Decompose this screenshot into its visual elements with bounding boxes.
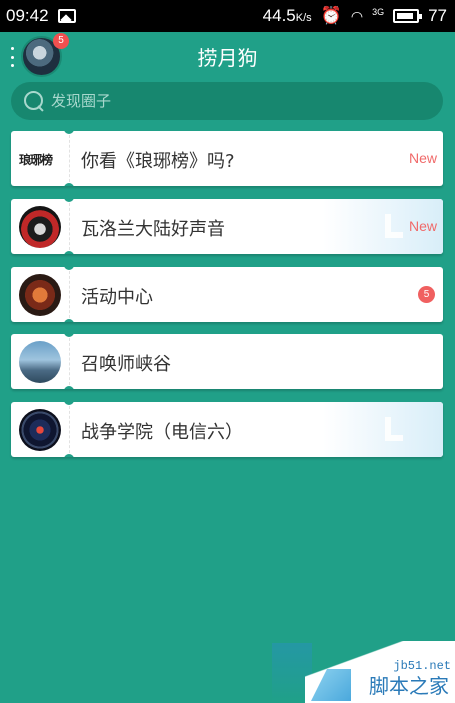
signal-icon: 3G <box>372 7 385 17</box>
unread-badge: 5 <box>418 286 435 303</box>
list-item-academy[interactable]: 战争学院（电信六） <box>11 402 443 457</box>
network-speed: 44.5K/s <box>262 6 312 25</box>
circle-thumbnail <box>19 274 61 316</box>
pin-icon <box>385 417 403 441</box>
image-icon <box>57 9 76 23</box>
alarm-icon: ⏰ <box>320 6 342 25</box>
status-bar: 09:42 44.5K/s ⏰ ◠ 3G 77 <box>0 0 455 32</box>
status-bar-left: 09:42 <box>6 6 76 26</box>
list-item-label: 活动中心 <box>81 287 153 308</box>
divider <box>69 406 70 453</box>
divider <box>69 135 70 182</box>
list-item-voice[interactable]: 瓦洛兰大陆好声音 New <box>11 199 443 254</box>
list-item-events[interactable]: 活动中心 5 <box>11 267 443 322</box>
circle-thumbnail: 琅琊榜 <box>17 138 63 180</box>
divider <box>69 203 70 250</box>
battery-icon <box>393 9 423 23</box>
status-time: 09:42 <box>6 6 49 25</box>
page-title: 捞月狗 <box>197 46 258 70</box>
list-item-rift[interactable]: 召唤师峡谷 <box>11 334 443 389</box>
search-bar[interactable] <box>11 82 443 120</box>
list-item-langya[interactable]: 琅琊榜 你看《琅琊榜》吗? New <box>11 131 443 186</box>
new-tag: New <box>408 150 437 166</box>
highlight-glow <box>323 402 443 457</box>
circle-thumbnail <box>19 206 61 248</box>
list-item-label: 瓦洛兰大陆好声音 <box>81 219 225 240</box>
list-item-label: 召唤师峡谷 <box>81 354 171 375</box>
app-header: 5 捞月狗 <box>0 32 455 80</box>
pin-icon <box>385 214 403 238</box>
new-tag: New <box>408 218 437 234</box>
battery-level: 77 <box>428 6 447 25</box>
status-bar-right: 44.5K/s ⏰ ◠ 3G 77 <box>263 6 447 26</box>
circle-thumbnail <box>19 409 61 451</box>
watermark-logo <box>311 669 351 701</box>
divider <box>69 271 70 318</box>
watermark: jb51.net 脚本之家 <box>305 641 455 703</box>
watermark-text: 脚本之家 <box>369 674 449 698</box>
list-item-label: 你看《琅琊榜》吗? <box>81 151 235 172</box>
search-icon <box>23 90 45 112</box>
wifi-icon: ◠ <box>350 7 364 24</box>
circle-thumbnail <box>19 341 61 383</box>
thumbnail-text: 琅琊榜 <box>19 153 53 167</box>
search-input[interactable] <box>51 92 421 110</box>
list-item-label: 战争学院（电信六） <box>81 422 243 443</box>
divider <box>69 338 70 385</box>
